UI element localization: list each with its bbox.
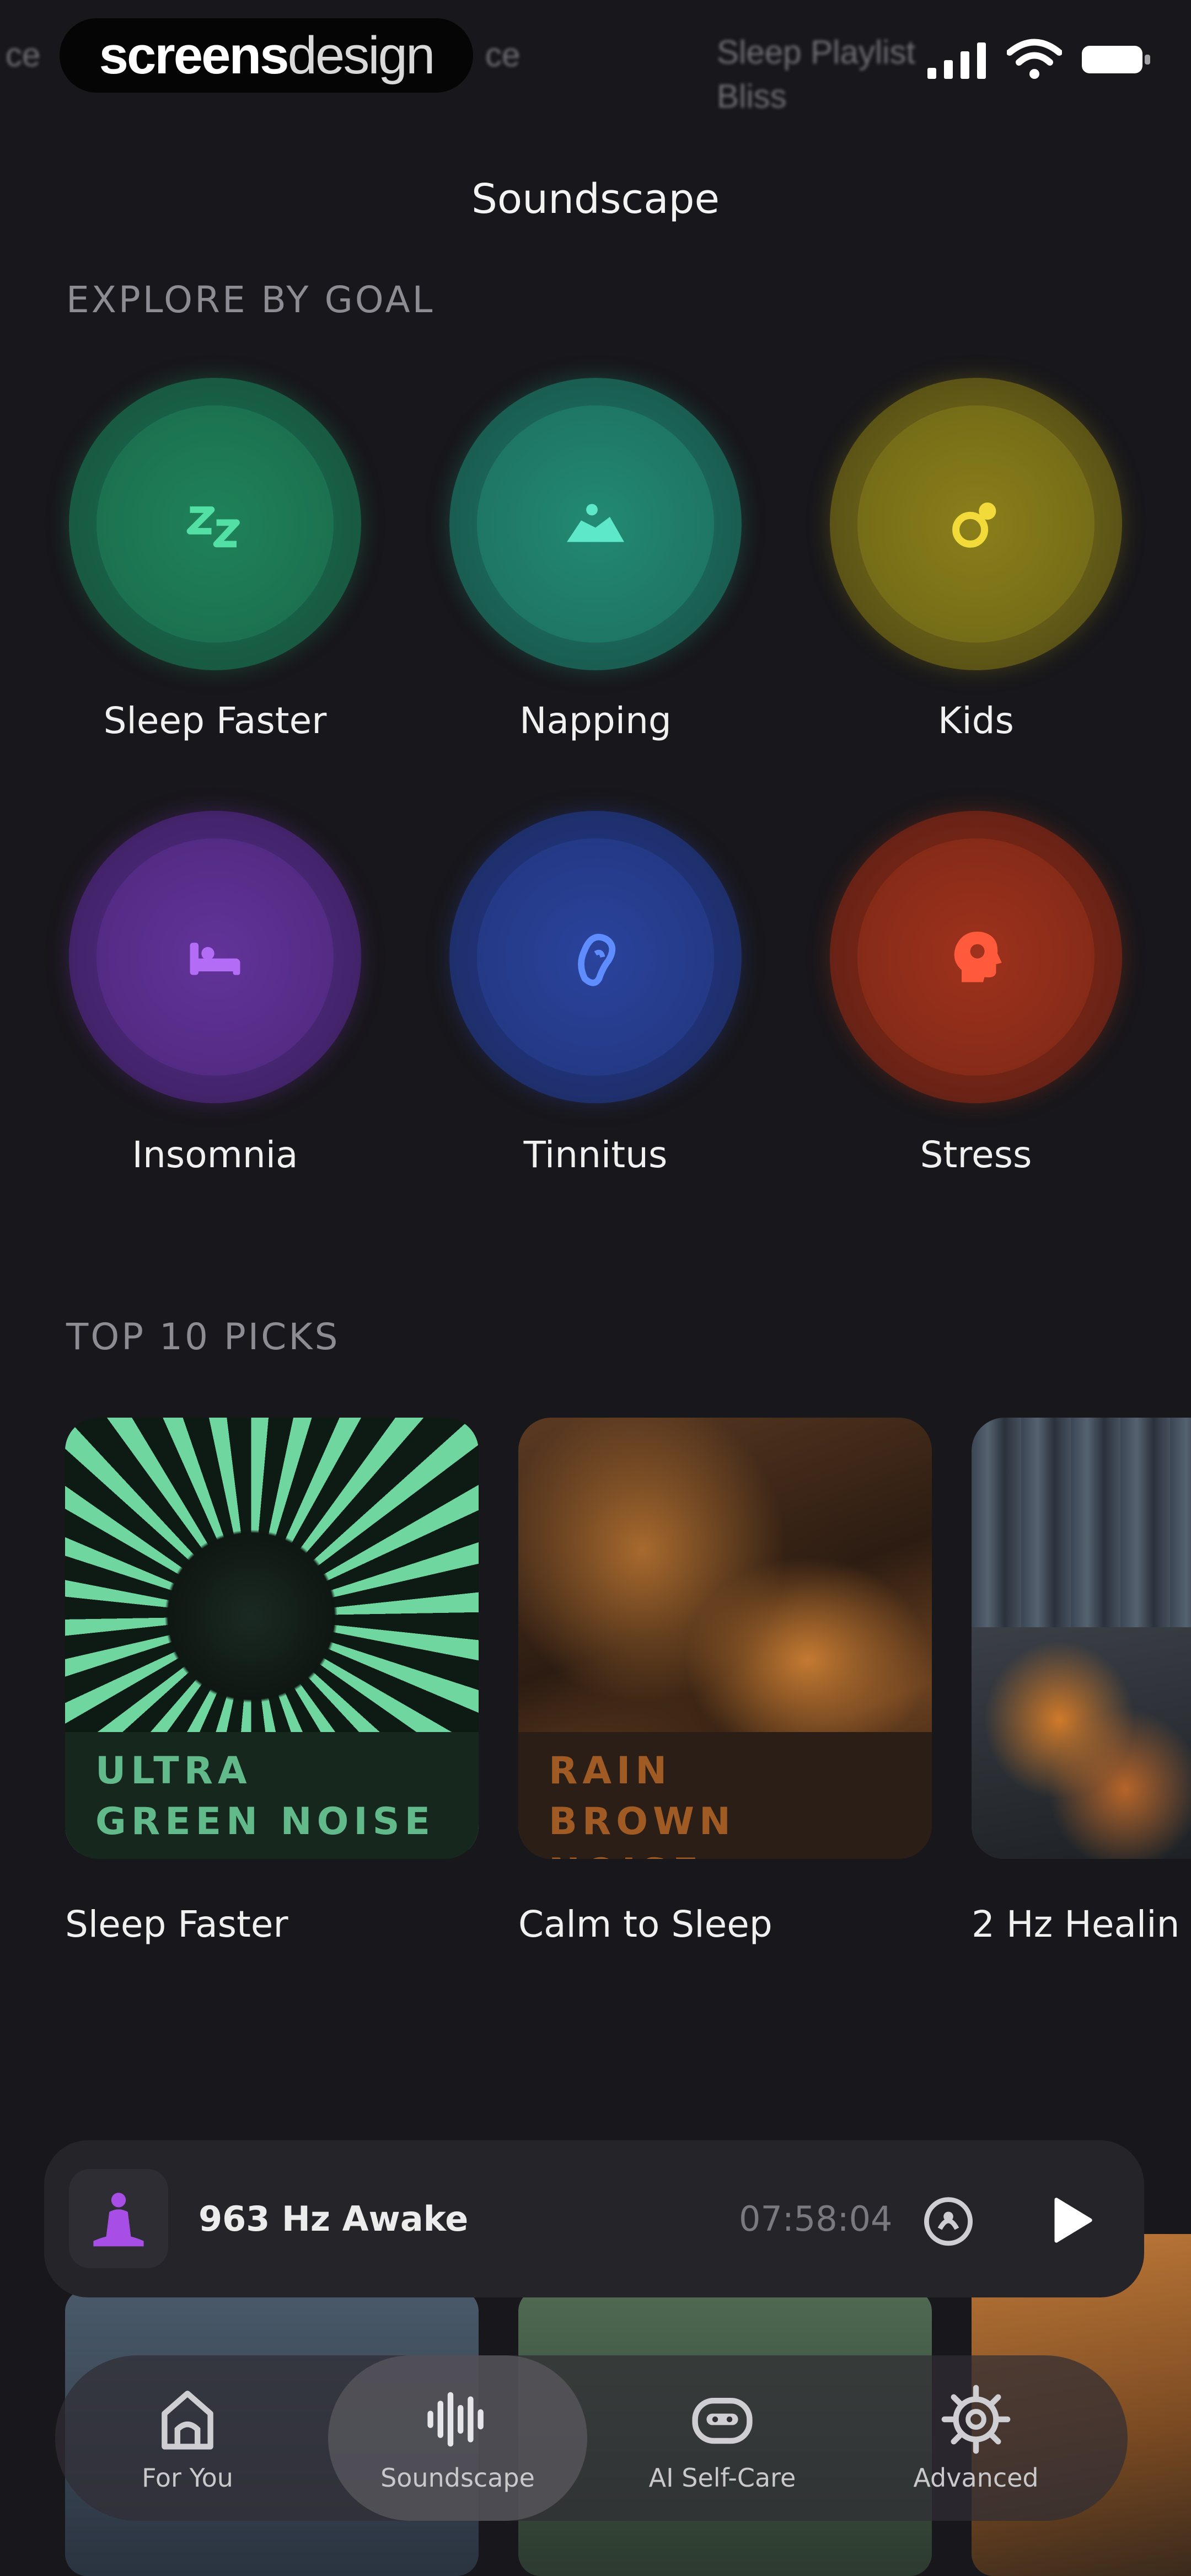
goal-tinnitus-inner: [477, 838, 714, 1076]
status-ghost-left: ce: [6, 36, 41, 73]
timer-button[interactable]: [918, 2190, 979, 2251]
tab-soundscape[interactable]: Soundscape: [328, 2355, 587, 2521]
player-track-title: 963 Hz Awake: [198, 2199, 469, 2239]
home-icon: [162, 2391, 213, 2450]
explore-heading: EXPLORE BY GOAL: [66, 279, 435, 321]
tab-for-you[interactable]: For You: [105, 2355, 270, 2521]
pick-card-band-2: RAIN BROWN NOISE: [518, 1732, 932, 1859]
status-ghost-right: Sleep Playlist Bliss: [717, 30, 948, 119]
pick-card-band: ULTRA GREEN NOISE: [65, 1732, 479, 1859]
goal-label-kids: Kids: [938, 699, 1014, 742]
tab-bar: For You Soundscape AI Self-Care Advanced: [55, 2355, 1128, 2521]
gear-icon: [941, 2385, 1011, 2454]
pacifier-icon: [952, 503, 996, 548]
pick-card-2hz[interactable]: [972, 1418, 1191, 1859]
goal-kids[interactable]: [830, 378, 1122, 670]
wifi-icon: [1007, 39, 1062, 79]
watermark-bold: screens: [99, 25, 289, 85]
goal-stress[interactable]: [830, 811, 1122, 1103]
bed-icon: [190, 943, 240, 975]
goal-sleep-faster-inner: [96, 405, 334, 643]
pick-card-brown-noise[interactable]: RAIN BROWN NOISE: [518, 1418, 932, 1859]
goal-insomnia-inner: [96, 838, 334, 1076]
robot-icon: [692, 2398, 753, 2444]
goal-tinnitus[interactable]: [449, 811, 742, 1103]
napping-icon: [567, 504, 624, 542]
pick-band-line1: ULTRA: [95, 1749, 252, 1793]
picks-heading: TOP 10 PICKS: [66, 1316, 340, 1358]
goal-napping-inner: [477, 405, 714, 643]
pick-band-line2-2: BROWN NOISE: [549, 1800, 736, 1859]
goal-sleep-faster[interactable]: [69, 378, 361, 670]
player-timer: 07:58:04: [739, 2199, 893, 2239]
goal-napping[interactable]: [449, 378, 742, 670]
status-ghost-right-line2: Bliss: [717, 78, 787, 115]
zzz-icon: [186, 506, 240, 548]
goal-kids-inner: [857, 405, 1095, 643]
waveform-icon: [427, 2392, 484, 2447]
pick-label-calm-to-sleep: Calm to Sleep: [518, 1903, 772, 1946]
timer-icon: [924, 2197, 973, 2246]
tab-label-ai-self-care: AI Self-Care: [648, 2463, 796, 2493]
goal-insomnia[interactable]: [69, 811, 361, 1103]
pick-band-line1-2: RAIN: [549, 1749, 672, 1793]
status-ghost-right-line1: Sleep Playlist: [717, 34, 916, 71]
watermark-logo: screens design: [60, 18, 473, 93]
goal-label-sleep-faster: Sleep Faster: [103, 699, 327, 742]
tab-ai-self-care[interactable]: AI Self-Care: [623, 2355, 822, 2521]
page-title: Soundscape: [471, 175, 720, 223]
pick-label-2hz: 2 Hz Healin: [972, 1903, 1180, 1946]
signal-icon: [927, 42, 986, 79]
tab-advanced[interactable]: Advanced: [888, 2355, 1064, 2521]
player-thumbnail: [69, 2169, 168, 2268]
goal-stress-inner: [857, 838, 1095, 1076]
goal-label-napping: Napping: [519, 699, 672, 742]
meditation-icon: [93, 2193, 144, 2247]
tab-label-soundscape: Soundscape: [380, 2463, 535, 2493]
pick-card-green-noise[interactable]: ULTRA GREEN NOISE: [65, 1418, 479, 1859]
goal-label-tinnitus: Tinnitus: [523, 1134, 668, 1176]
goal-label-insomnia: Insomnia: [132, 1134, 298, 1176]
status-ghost-left-2: ce: [485, 36, 521, 73]
ear-icon: [578, 934, 616, 986]
goal-label-stress: Stress: [920, 1134, 1032, 1176]
watermark-light: design: [287, 25, 436, 85]
play-button[interactable]: [1039, 2190, 1100, 2251]
now-playing-bar[interactable]: 963 Hz Awake 07:58:04: [44, 2140, 1144, 2297]
tab-label-for-you: For You: [142, 2463, 233, 2493]
head-icon: [954, 932, 1002, 982]
pick-label-sleep-faster: Sleep Faster: [65, 1903, 288, 1946]
pick-card-2hz-art: [972, 1627, 1191, 1859]
pick-band-line2: GREEN NOISE: [95, 1800, 436, 1843]
play-icon: [1054, 2198, 1092, 2243]
battery-icon: [1082, 45, 1150, 73]
status-icons: [927, 39, 1152, 80]
tab-label-advanced: Advanced: [913, 2463, 1039, 2493]
